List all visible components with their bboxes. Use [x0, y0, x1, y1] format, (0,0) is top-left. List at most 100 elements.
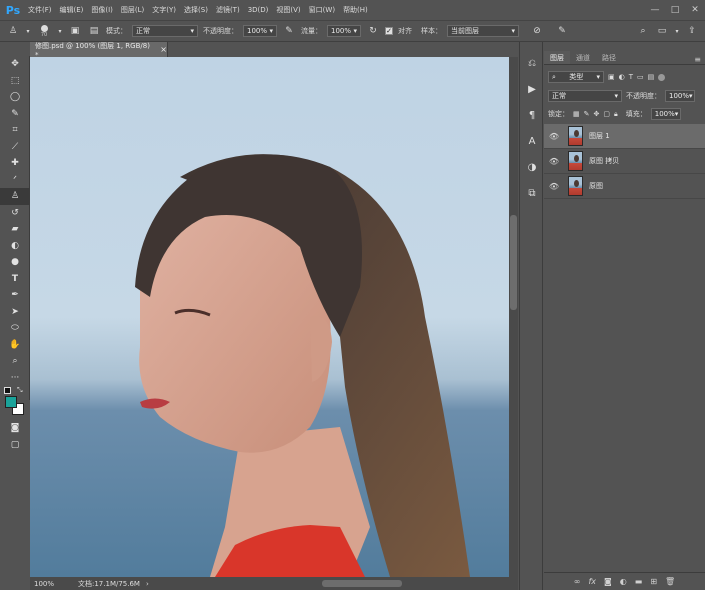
eraser-tool-icon[interactable]: ▰: [0, 221, 30, 238]
history-brush-tool-icon[interactable]: ↺: [0, 205, 30, 222]
tab-paths[interactable]: 路径: [596, 51, 622, 64]
brush-panel-icon[interactable]: ▣: [68, 24, 82, 38]
opacity-field[interactable]: 100% ▾: [243, 25, 277, 37]
filter-toggle-icon[interactable]: [658, 73, 666, 81]
eye-icon[interactable]: 👁︎: [544, 132, 564, 141]
crop-tool-icon[interactable]: ⌗: [0, 122, 30, 139]
layer-style-icon[interactable]: fx: [588, 577, 596, 586]
menu-image[interactable]: 图像(I): [87, 5, 117, 15]
eye-icon[interactable]: 👁︎: [544, 157, 564, 166]
new-group-icon[interactable]: ▬: [635, 577, 643, 586]
document-canvas[interactable]: [30, 57, 510, 577]
layer-row[interactable]: 👁︎ 原图: [544, 174, 705, 199]
airbrush-icon[interactable]: ↻: [366, 24, 380, 38]
menu-edit[interactable]: 编辑(E): [56, 5, 88, 15]
search-icon[interactable]: ⌕: [636, 24, 650, 38]
quick-mask-icon[interactable]: ◙: [0, 420, 30, 437]
vertical-scroll-thumb[interactable]: [510, 215, 517, 310]
lasso-tool-icon[interactable]: ◯: [0, 89, 30, 106]
tab-layers[interactable]: 图层: [544, 51, 570, 64]
lock-artboard-icon[interactable]: ▢: [603, 110, 610, 118]
maximize-button[interactable]: □: [665, 5, 685, 15]
menu-file[interactable]: 文件(F): [24, 5, 56, 15]
zoom-level[interactable]: 100%: [30, 580, 78, 588]
blend-mode-dropdown[interactable]: 正常 ▾: [548, 90, 622, 102]
swap-colors-icon[interactable]: ⤡: [17, 386, 23, 395]
menu-select[interactable]: 选择(S): [180, 5, 212, 15]
pressure-size-icon[interactable]: ✎: [555, 24, 569, 38]
foreground-color-swatch[interactable]: [5, 396, 17, 408]
aligned-checkbox[interactable]: ✓: [385, 27, 393, 35]
eyedropper-tool-icon[interactable]: ⟋: [0, 139, 30, 156]
zoom-tool-icon[interactable]: ⌕: [0, 353, 30, 370]
chevron-down-icon[interactable]: ▾: [674, 24, 680, 38]
quick-select-tool-icon[interactable]: ✎: [0, 106, 30, 123]
chevron-down-icon[interactable]: ▾: [25, 24, 31, 38]
filter-smart-object-icon[interactable]: ▤: [648, 73, 655, 81]
chevron-down-icon[interactable]: ▾: [57, 24, 63, 38]
link-layers-icon[interactable]: ∞: [574, 577, 581, 586]
close-window-button[interactable]: ✕: [685, 5, 705, 15]
menu-filter[interactable]: 滤镜(T): [212, 5, 244, 15]
document-tab[interactable]: 修图.psd @ 100% (图层 1, RGB/8) * ×: [30, 42, 168, 59]
character-panel-icon[interactable]: A: [520, 128, 544, 154]
horizontal-scroll-thumb[interactable]: [322, 580, 402, 587]
layer-row[interactable]: 👁︎ 图层 1: [544, 124, 705, 149]
menu-window[interactable]: 窗口(W): [305, 5, 339, 15]
flow-field[interactable]: 100% ▾: [327, 25, 361, 37]
mode-dropdown[interactable]: 正常 ▾: [132, 25, 198, 37]
filter-type-icon[interactable]: T: [629, 73, 633, 81]
clone-stamp-tool-icon[interactable]: ♙: [0, 188, 30, 205]
sample-dropdown[interactable]: 当前图层 ▾: [447, 25, 519, 37]
path-select-tool-icon[interactable]: ➤: [0, 304, 30, 321]
vertical-scrollbar[interactable]: [509, 57, 518, 577]
minimize-button[interactable]: —: [645, 5, 665, 15]
menu-help[interactable]: 帮助(H): [339, 5, 372, 15]
delete-layer-icon[interactable]: 🗑︎: [665, 577, 675, 586]
filter-shape-icon[interactable]: ▭: [637, 73, 644, 81]
filter-kind-dropdown[interactable]: ⌕ 类型 ▾: [548, 71, 604, 83]
layer-row[interactable]: 👁︎ 原图 拷贝: [544, 149, 705, 174]
ellipse-tool-icon[interactable]: ⬭: [0, 320, 30, 337]
lock-pixels-icon[interactable]: ✎: [584, 110, 590, 118]
lock-transparent-icon[interactable]: ▦: [573, 110, 580, 118]
adjustments-panel-icon[interactable]: ◑: [520, 154, 544, 180]
hand-tool-icon[interactable]: ✋: [0, 337, 30, 354]
type-tool-icon[interactable]: T: [0, 271, 30, 288]
marquee-tool-icon[interactable]: ⬚: [0, 73, 30, 90]
close-document-icon[interactable]: ×: [160, 45, 167, 54]
properties-panel-icon[interactable]: ⧉: [520, 180, 544, 206]
pen-tool-icon[interactable]: ✒: [0, 287, 30, 304]
menu-layer[interactable]: 图层(L): [117, 5, 148, 15]
workspace-icon[interactable]: ▭: [655, 24, 669, 38]
fill-field[interactable]: 100% ▾: [650, 108, 681, 120]
chevron-right-icon[interactable]: ›: [146, 580, 149, 588]
lock-position-icon[interactable]: ✥: [594, 110, 600, 118]
add-mask-icon[interactable]: ◙: [604, 577, 612, 586]
pressure-opacity-icon[interactable]: ✎: [282, 24, 296, 38]
tab-channels[interactable]: 通道: [570, 51, 596, 64]
dodge-tool-icon[interactable]: ●: [0, 254, 30, 271]
paragraph-panel-icon[interactable]: ¶: [520, 102, 544, 128]
more-tools-icon[interactable]: ···: [0, 370, 30, 387]
gradient-tool-icon[interactable]: ◐: [0, 238, 30, 255]
filter-pixel-icon[interactable]: ▣: [608, 73, 615, 81]
new-layer-icon[interactable]: ⊞: [650, 577, 657, 586]
history-panel-icon[interactable]: ⎌: [520, 50, 544, 76]
menu-3d[interactable]: 3D(D): [244, 6, 273, 14]
share-icon[interactable]: ⇪: [685, 24, 699, 38]
screen-mode-icon[interactable]: ▢: [0, 437, 30, 454]
eye-icon[interactable]: 👁︎: [544, 182, 564, 191]
panel-menu-icon[interactable]: ≡: [694, 55, 705, 64]
new-adjustment-icon[interactable]: ◐: [620, 577, 627, 586]
menu-type[interactable]: 文字(Y): [148, 5, 180, 15]
move-tool-icon[interactable]: ✥: [0, 56, 30, 73]
clone-stamp-icon[interactable]: ♙: [6, 24, 20, 38]
filter-adjustment-icon[interactable]: ◐: [619, 73, 625, 81]
menu-view[interactable]: 视图(V): [272, 5, 304, 15]
brush-tool-icon[interactable]: ᐟ: [0, 172, 30, 189]
lock-all-icon[interactable]: 🔒︎: [614, 110, 618, 119]
clone-source-icon[interactable]: ▤: [87, 24, 101, 38]
healing-brush-tool-icon[interactable]: ✚: [0, 155, 30, 172]
actions-panel-icon[interactable]: ▶: [520, 76, 544, 102]
